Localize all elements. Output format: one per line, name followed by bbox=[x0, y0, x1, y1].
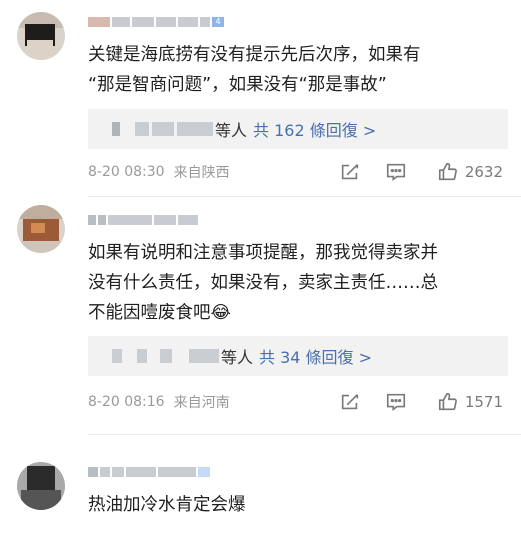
comment-meta: 8-20 08:16 来自河南 bbox=[88, 391, 230, 413]
comment-date: 8-20 08:30 bbox=[88, 164, 165, 180]
replies-summary[interactable]: 等人 共 162 條回復 > bbox=[88, 109, 508, 149]
like-count: 2632 bbox=[464, 163, 503, 181]
comment-text: 如果有说明和注意事项提醒，那我觉得卖家并 没有什么责任，如果没有，卖家主责任……… bbox=[88, 243, 438, 323]
username-blurred[interactable]: 4 bbox=[88, 15, 224, 29]
like-icon bbox=[438, 392, 457, 411]
comment-icon[interactable] bbox=[385, 391, 407, 413]
like-button[interactable]: 2632 bbox=[437, 161, 503, 183]
username-blurred[interactable] bbox=[88, 465, 210, 479]
username-blurred[interactable] bbox=[88, 213, 198, 227]
like-count: 1571 bbox=[464, 393, 503, 411]
share-icon[interactable] bbox=[339, 161, 361, 183]
reply-names-blurred bbox=[112, 349, 219, 363]
comment-icon[interactable] bbox=[385, 161, 407, 183]
reply-names-blurred bbox=[112, 122, 213, 136]
like-button[interactable]: 1571 bbox=[437, 391, 503, 413]
comment-text: 热油加冷水肯定会爆 bbox=[88, 495, 246, 515]
avatar[interactable] bbox=[17, 462, 65, 510]
comment-item-1: 4 关键是海底捞有没有提示先后次序，如果有 “那是智商问题”，如果没有“那是事故… bbox=[0, 0, 521, 205]
comment-date: 8-20 08:16 bbox=[88, 394, 165, 410]
comment-item-3: 热油加冷水肯定会爆 bbox=[0, 445, 521, 540]
comment-item-2: 如果有说明和注意事项提醒，那我觉得卖家并 没有什么责任，如果没有，卖家主责任……… bbox=[0, 205, 521, 445]
view-replies-link[interactable]: 共 162 條回復 > bbox=[253, 117, 376, 141]
comment-text: 关键是海底捞有没有提示先后次序，如果有 “那是智商问题”，如果没有“那是事故” bbox=[88, 45, 421, 95]
avatar[interactable] bbox=[17, 12, 65, 60]
divider bbox=[88, 434, 521, 435]
avatar[interactable] bbox=[17, 205, 65, 253]
replies-summary[interactable]: 等人 共 34 條回復 > bbox=[88, 336, 508, 376]
comment-meta: 8-20 08:30 来自陕西 bbox=[88, 161, 230, 183]
comment-actions: 1571 bbox=[339, 389, 503, 415]
comment-location: 来自河南 bbox=[173, 395, 230, 411]
comment-location: 来自陕西 bbox=[173, 165, 230, 181]
like-icon bbox=[438, 162, 457, 181]
comment-actions: 2632 bbox=[339, 159, 503, 185]
share-icon[interactable] bbox=[339, 391, 361, 413]
divider bbox=[88, 196, 521, 197]
user-level-badge: 4 bbox=[212, 17, 224, 27]
view-replies-link[interactable]: 共 34 條回復 > bbox=[259, 344, 372, 368]
reply-users-suffix: 等人 bbox=[215, 121, 248, 140]
reply-users-suffix: 等人 bbox=[221, 348, 254, 367]
